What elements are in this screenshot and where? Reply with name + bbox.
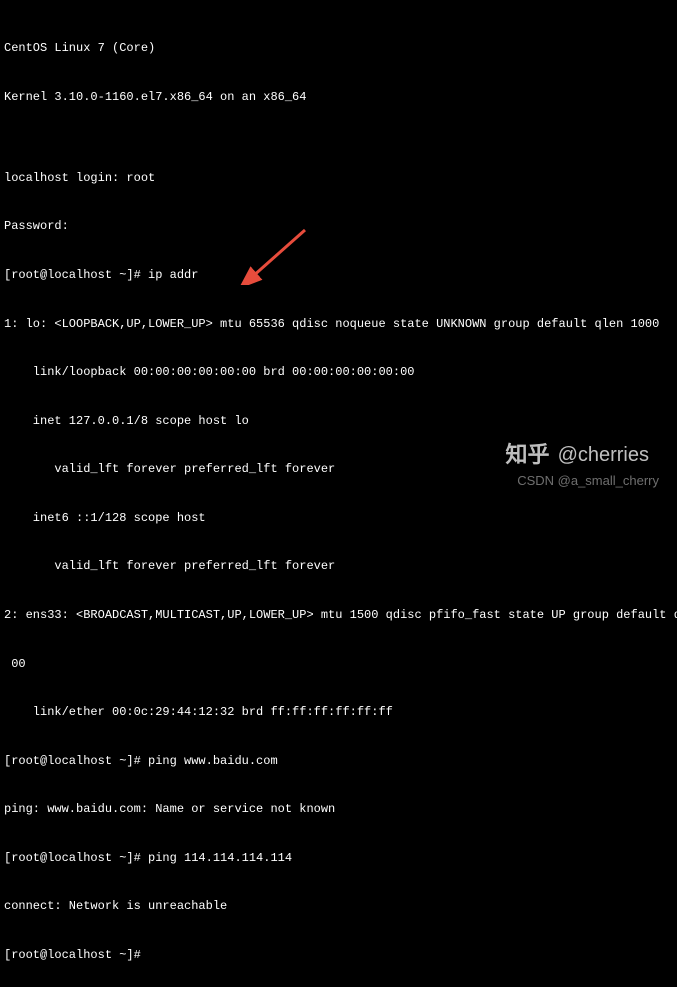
- terminal-line: inet6 ::1/128 scope host: [4, 510, 673, 526]
- terminal-line: Kernel 3.10.0-1160.el7.x86_64 on an x86_…: [4, 89, 673, 105]
- terminal-line: localhost login: root: [4, 170, 673, 186]
- terminal-line: CentOS Linux 7 (Core): [4, 40, 673, 56]
- watermark-csdn: CSDN @a_small_cherry: [517, 472, 659, 490]
- zhihu-username: @cherries: [558, 442, 649, 469]
- terminal-line: 00: [4, 656, 673, 672]
- terminal-line: [root@localhost ~]# ping 114.114.114.114: [4, 850, 673, 866]
- terminal-line: [root@localhost ~]#: [4, 947, 673, 963]
- terminal-line: inet 127.0.0.1/8 scope host lo: [4, 413, 673, 429]
- terminal-line: 1: lo: <LOOPBACK,UP,LOWER_UP> mtu 65536 …: [4, 316, 673, 332]
- terminal-line: connect: Network is unreachable: [4, 898, 673, 914]
- terminal-line: link/loopback 00:00:00:00:00:00 brd 00:0…: [4, 364, 673, 380]
- terminal-line: link/ether 00:0c:29:44:12:32 brd ff:ff:f…: [4, 704, 673, 720]
- terminal-line: valid_lft forever preferred_lft forever: [4, 558, 673, 574]
- terminal-output: CentOS Linux 7 (Core) Kernel 3.10.0-1160…: [0, 0, 677, 987]
- terminal-line: [root@localhost ~]# ip addr: [4, 267, 673, 283]
- terminal-line: [root@localhost ~]# ping www.baidu.com: [4, 753, 673, 769]
- zhihu-logo-icon: 知乎: [506, 440, 550, 470]
- terminal-line: 2: ens33: <BROADCAST,MULTICAST,UP,LOWER_…: [4, 607, 673, 623]
- terminal-line: Password:: [4, 218, 673, 234]
- terminal-line: ping: www.baidu.com: Name or service not…: [4, 801, 673, 817]
- watermark-zhihu: 知乎 @cherries: [506, 440, 649, 470]
